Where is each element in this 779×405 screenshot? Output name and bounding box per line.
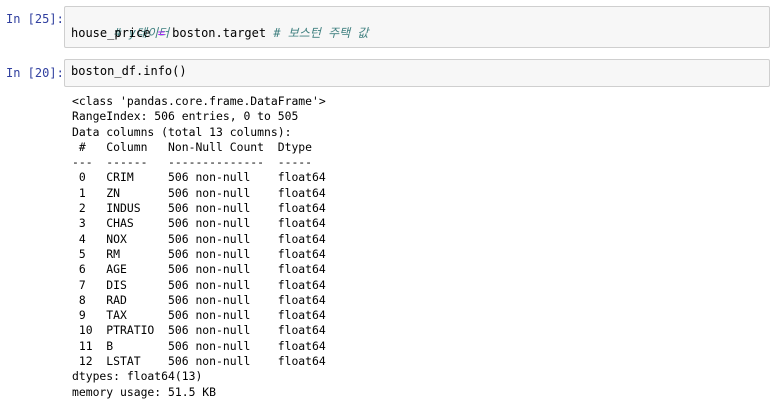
code-input-area[interactable]: boston_df.info() [64,59,770,87]
output-line: <class 'pandas.core.frame.DataFrame'> [72,94,326,108]
code-operator: = [150,26,173,40]
code-variable: house_price [71,26,151,40]
cell-prompt: In [25]: [6,12,64,26]
output-line: 6 AGE 506 non-null float64 [72,262,326,277]
cell-prompt: In [20]: [6,66,64,80]
code-input-area[interactable]: # y데이터 house_price = boston.target # 보스턴… [64,6,770,48]
output-line: 3 CHAS 506 non-null float64 [72,216,326,231]
output-line: # Column Non-Null Count Dtype [72,139,326,154]
output-line: --- ------ -------------- ----- [72,155,326,170]
code-expression: boston.target [172,26,267,40]
code-line: boston_df.info() [71,64,763,79]
output-line: Data columns (total 13 columns): [72,124,292,139]
output-line: 0 CRIM 506 non-null float64 [72,170,326,185]
output-line: 5 RM 506 non-null float64 [72,246,326,261]
output-line: 12 LSTAT 506 non-null float64 [72,354,326,369]
output-line: RangeIndex: 506 entries, 0 to 505 [72,109,299,124]
output-line: 10 PTRATIO 506 non-null float64 [72,323,326,338]
output-line: 11 B 506 non-null float64 [72,338,326,353]
code-comment: # 보스턴 주택 값 [266,26,369,40]
code-expression: boston_df.info() [71,64,187,78]
output-line: 2 INDUS 506 non-null float64 [72,201,326,216]
output-line: 1 ZN 506 non-null float64 [72,185,326,200]
code-line: # y데이터 [71,11,763,40]
cell-output: <class 'pandas.core.frame.DataFrame'> Ra… [72,94,769,400]
output-line: 9 TAX 506 non-null float64 [72,308,326,323]
output-line: 7 DIS 506 non-null float64 [72,277,326,292]
output-line: dtypes: float64(13) [72,369,203,384]
code-line: house_price = boston.target # 보스턴 주택 값 [71,26,763,41]
output-line: 8 RAD 506 non-null float64 [72,292,326,307]
output-line: memory usage: 51.5 KB [72,384,217,399]
output-line: 4 NOX 506 non-null float64 [72,231,326,246]
